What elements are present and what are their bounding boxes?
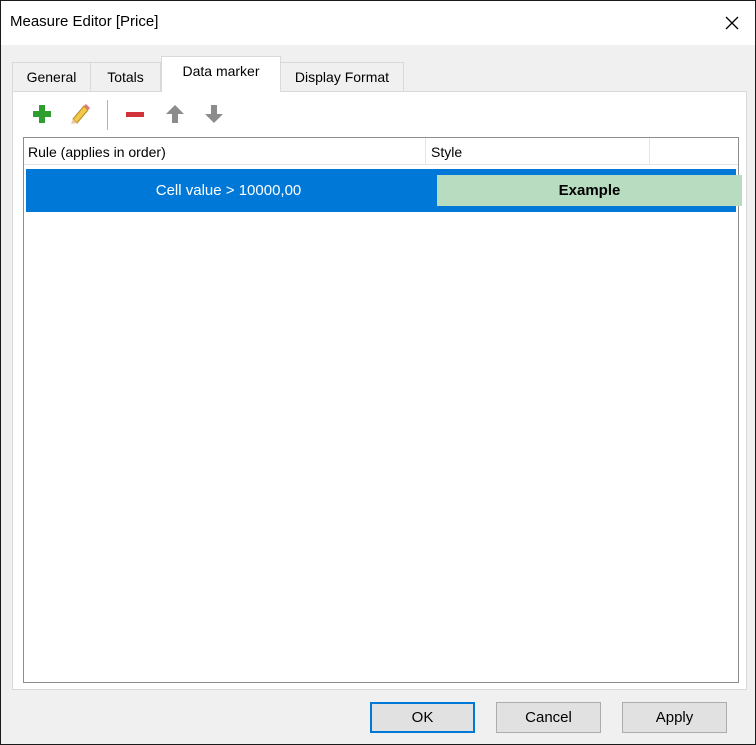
tab-data-marker-label: Data marker — [182, 62, 260, 79]
measure-editor-dialog: Measure Editor [Price] General Totals Da… — [0, 0, 756, 745]
tab-display-format[interactable]: Display Format — [280, 62, 404, 91]
window-title: Measure Editor [Price] — [10, 13, 159, 30]
move-up-button[interactable] — [163, 102, 187, 126]
move-down-icon — [205, 105, 223, 123]
apply-button[interactable]: Apply — [622, 702, 727, 733]
move-up-icon — [166, 105, 184, 123]
toolbar — [13, 92, 746, 134]
move-down-button[interactable] — [202, 102, 226, 126]
style-example-cell: Example — [437, 175, 742, 206]
remove-icon — [126, 112, 144, 117]
toolbar-separator — [107, 100, 108, 130]
edit-rule-button[interactable] — [68, 102, 92, 126]
tab-general[interactable]: General — [12, 62, 91, 91]
tab-totals[interactable]: Totals — [90, 62, 161, 91]
tab-totals-label: Totals — [107, 69, 144, 85]
add-rule-button[interactable] — [30, 102, 54, 126]
column-header-rule[interactable]: Rule (applies in order) — [24, 138, 426, 165]
tab-data-marker[interactable]: Data marker — [161, 56, 281, 92]
close-icon — [725, 16, 739, 30]
table-row[interactable]: Cell value > 10000,00 Example — [26, 169, 742, 212]
tab-general-label: General — [26, 69, 77, 85]
list-header: Rule (applies in order) Style — [24, 138, 738, 165]
rule-cell: Cell value > 10000,00 — [155, 182, 302, 199]
close-button[interactable] — [709, 1, 755, 45]
cancel-button[interactable]: Cancel — [496, 702, 601, 733]
ok-button[interactable]: OK — [370, 702, 475, 733]
tab-strip: General Totals Data marker Display Forma… — [12, 56, 747, 92]
title-bar: Measure Editor [Price] — [1, 1, 755, 45]
column-divider[interactable] — [425, 138, 426, 165]
add-icon — [33, 105, 51, 123]
rules-list[interactable]: Rule (applies in order) Style Cell value… — [23, 137, 742, 683]
data-marker-panel: Rule (applies in order) Style Cell value… — [12, 91, 747, 690]
column-header-style[interactable]: Style — [427, 138, 649, 165]
tab-display-format-label: Display Format — [294, 69, 390, 85]
remove-rule-button[interactable] — [123, 102, 147, 126]
edit-pencil-icon — [71, 104, 90, 124]
column-divider[interactable] — [649, 138, 650, 165]
